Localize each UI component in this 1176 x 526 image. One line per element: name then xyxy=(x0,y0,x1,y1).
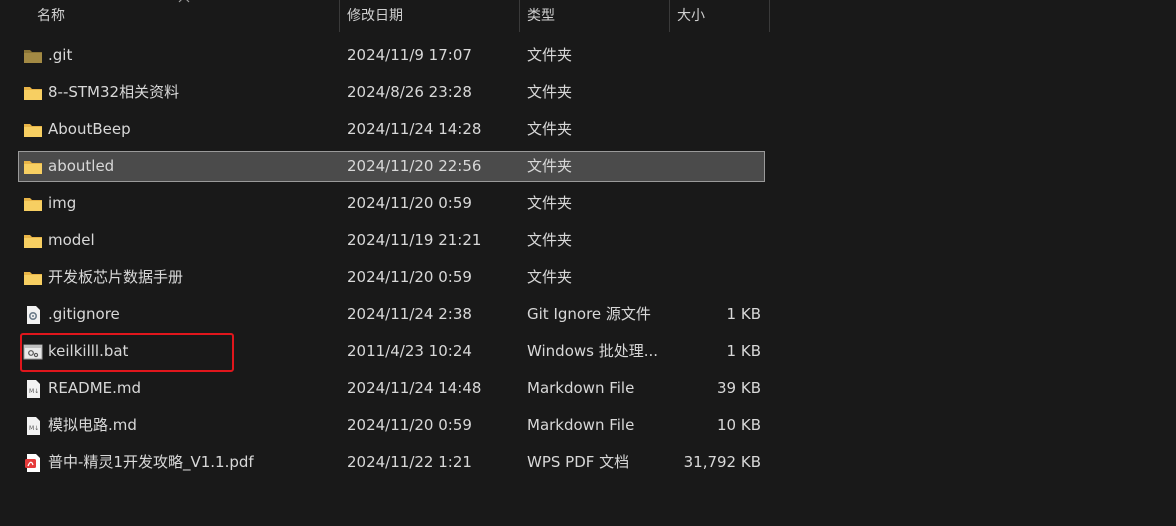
column-header-size[interactable]: 大小 xyxy=(670,0,770,32)
file-type: Markdown File xyxy=(527,379,635,397)
column-header-type[interactable]: 类型 xyxy=(520,0,670,32)
file-size xyxy=(659,78,761,107)
markdown-file-icon: M↓ xyxy=(23,416,43,436)
file-size xyxy=(659,41,761,70)
file-list-pane: 名称 修改日期 类型 大小 .git 2024/11/9 17:07 文件夹 8--S… xyxy=(0,0,1176,526)
file-row[interactable]: M↓ 模拟电路.md 2024/11/20 0:59 Markdown File 10 … xyxy=(18,410,765,441)
file-size xyxy=(659,263,761,292)
file-modified-date: 2024/11/20 0:59 xyxy=(347,416,472,434)
file-size: 39 KB xyxy=(717,379,761,397)
file-modified-date: 2024/11/24 14:48 xyxy=(347,379,482,397)
file-size xyxy=(659,226,761,255)
file-type: 文件夹 xyxy=(527,268,573,286)
file-modified-date: 2024/11/20 0:59 xyxy=(347,194,472,212)
file-name: 开发板芯片数据手册 xyxy=(48,268,184,286)
file-type: 文件夹 xyxy=(527,120,573,138)
file-name: 模拟电路.md xyxy=(48,416,137,434)
svg-text:M↓: M↓ xyxy=(29,425,39,432)
file-modified-date: 2024/11/24 2:38 xyxy=(347,305,472,323)
file-name: aboutled xyxy=(48,157,115,175)
file-type: 文件夹 xyxy=(527,231,573,249)
file-type: 文件夹 xyxy=(527,83,573,101)
folder-icon xyxy=(23,268,43,288)
file-type: 文件夹 xyxy=(527,157,573,175)
file-row[interactable]: AboutBeep 2024/11/24 14:28 文件夹 xyxy=(18,114,765,145)
folder-icon xyxy=(23,120,43,140)
folder-icon xyxy=(23,194,43,214)
red-annotation-box xyxy=(20,333,234,372)
gitignore-file-icon xyxy=(23,305,43,325)
file-size: 1 KB xyxy=(726,305,761,323)
file-modified-date: 2011/4/23 10:24 xyxy=(347,342,472,360)
file-type: 文件夹 xyxy=(527,46,573,64)
svg-text:M↓: M↓ xyxy=(29,388,39,395)
file-name: .gitignore xyxy=(48,305,120,323)
file-type: WPS PDF 文档 xyxy=(527,453,630,471)
file-size xyxy=(659,115,761,144)
file-size: 31,792 KB xyxy=(683,453,761,471)
file-type: 文件夹 xyxy=(527,194,573,212)
file-modified-date: 2024/11/19 21:21 xyxy=(347,231,482,249)
folder-dark-icon xyxy=(23,46,43,66)
folder-icon xyxy=(23,157,43,177)
file-row[interactable]: .git 2024/11/9 17:07 文件夹 xyxy=(18,40,765,71)
file-name: 普中-精灵1开发攻略_V1.1.pdf xyxy=(48,453,254,471)
file-row[interactable]: .gitignore 2024/11/24 2:38 Git Ignore 源文件 1… xyxy=(18,299,765,330)
file-type: Windows 批处理... xyxy=(527,342,659,360)
column-header-modified[interactable]: 修改日期 xyxy=(340,0,520,32)
file-size: 10 KB xyxy=(717,416,761,434)
file-name: 8--STM32相关资料 xyxy=(48,83,180,101)
file-row[interactable]: model 2024/11/19 21:21 文件夹 xyxy=(18,225,765,256)
file-size: 1 KB xyxy=(726,342,761,360)
file-modified-date: 2024/8/26 23:28 xyxy=(347,83,472,101)
file-row[interactable]: img 2024/11/20 0:59 文件夹 xyxy=(18,188,765,219)
file-type: Markdown File xyxy=(527,416,635,434)
pdf-file-icon xyxy=(23,453,43,473)
file-modified-date: 2024/11/9 17:07 xyxy=(347,46,472,64)
file-row[interactable]: aboutled 2024/11/20 22:56 文件夹 xyxy=(18,151,765,182)
column-header-bar: 名称 修改日期 类型 大小 xyxy=(0,0,770,32)
file-name: .git xyxy=(48,46,73,64)
file-size xyxy=(659,152,761,181)
file-name: README.md xyxy=(48,379,142,397)
file-row[interactable]: 8--STM32相关资料 2024/8/26 23:28 文件夹 xyxy=(18,77,765,108)
file-modified-date: 2024/11/24 14:28 xyxy=(347,120,482,138)
folder-icon xyxy=(23,231,43,251)
file-name: model xyxy=(48,231,95,249)
markdown-file-icon: M↓ xyxy=(23,379,43,399)
file-row[interactable]: M↓ README.md 2024/11/24 14:48 Markdown File… xyxy=(18,373,765,404)
folder-icon xyxy=(23,83,43,103)
file-modified-date: 2024/11/20 22:56 xyxy=(347,157,482,175)
file-type: Git Ignore 源文件 xyxy=(527,305,651,323)
file-name: AboutBeep xyxy=(48,120,131,138)
file-size xyxy=(659,189,761,218)
file-modified-date: 2024/11/22 1:21 xyxy=(347,453,472,471)
file-name: img xyxy=(48,194,77,212)
file-row[interactable]: 开发板芯片数据手册 2024/11/20 0:59 文件夹 xyxy=(18,262,765,293)
column-header-name[interactable]: 名称 xyxy=(0,0,340,32)
file-row[interactable]: 普中-精灵1开发攻略_V1.1.pdf 2024/11/22 1:21 WPS PD… xyxy=(18,447,765,478)
file-modified-date: 2024/11/20 0:59 xyxy=(347,268,472,286)
